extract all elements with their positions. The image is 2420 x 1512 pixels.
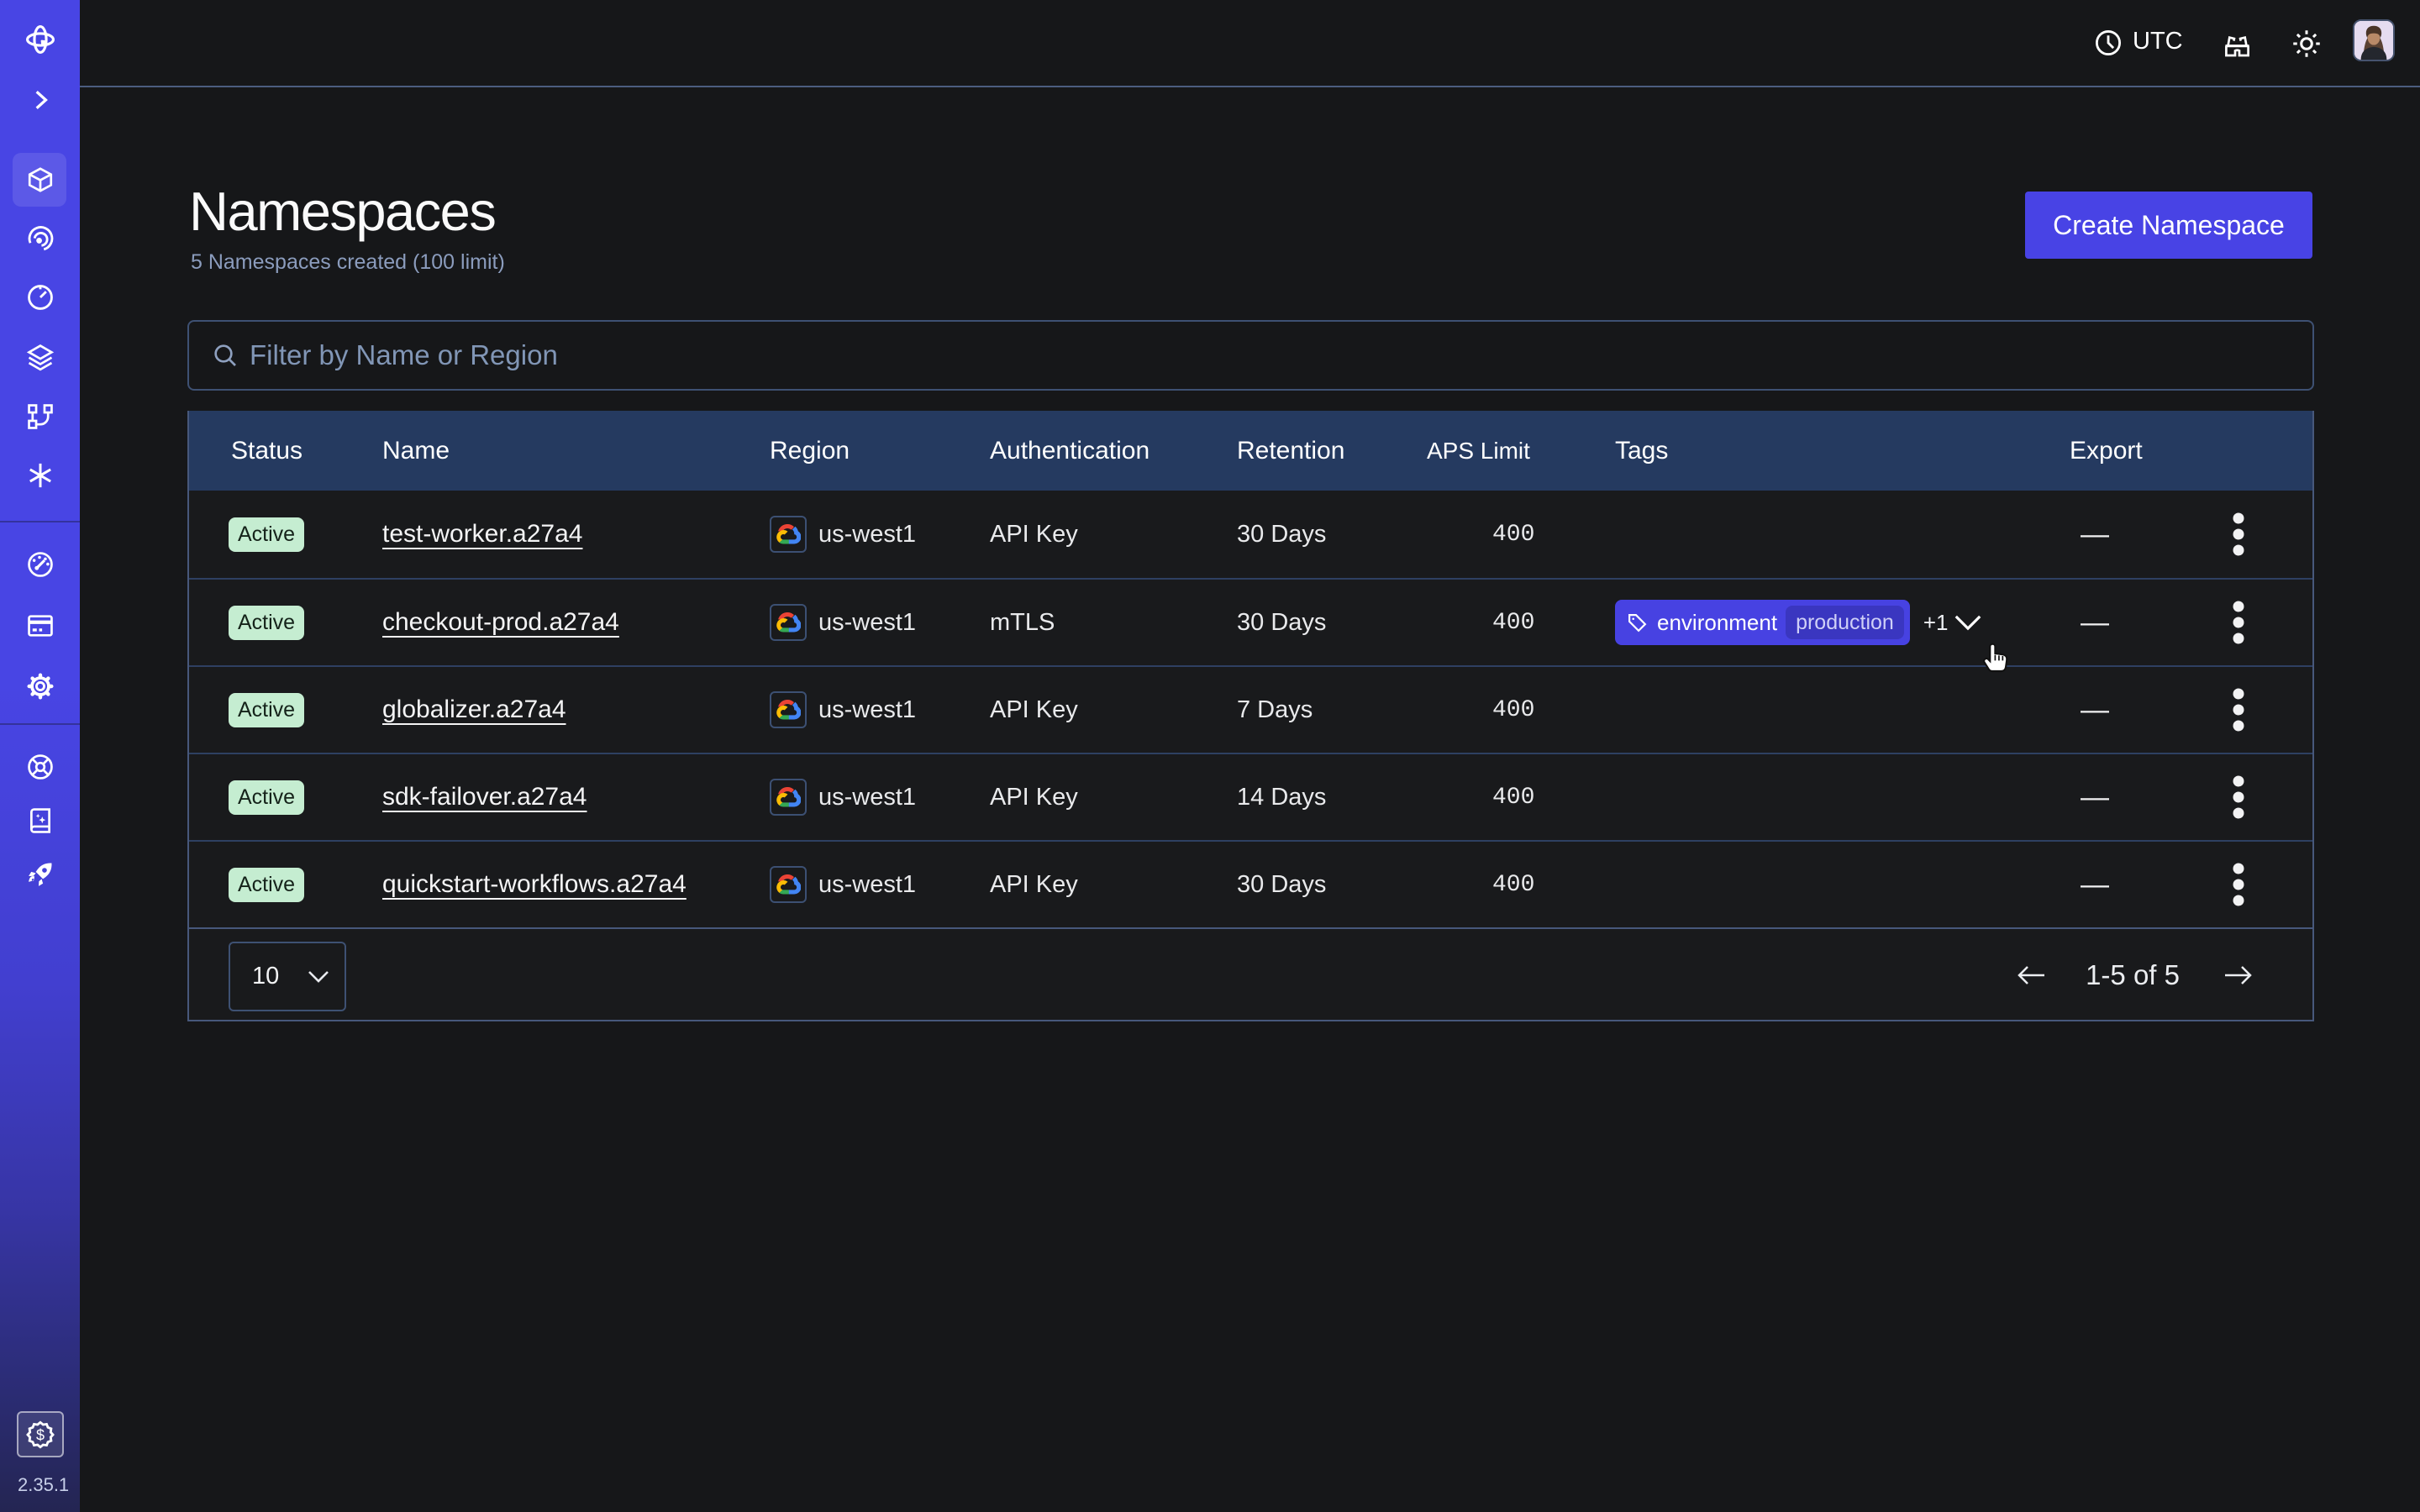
svg-text:$: $ bbox=[36, 1426, 45, 1443]
